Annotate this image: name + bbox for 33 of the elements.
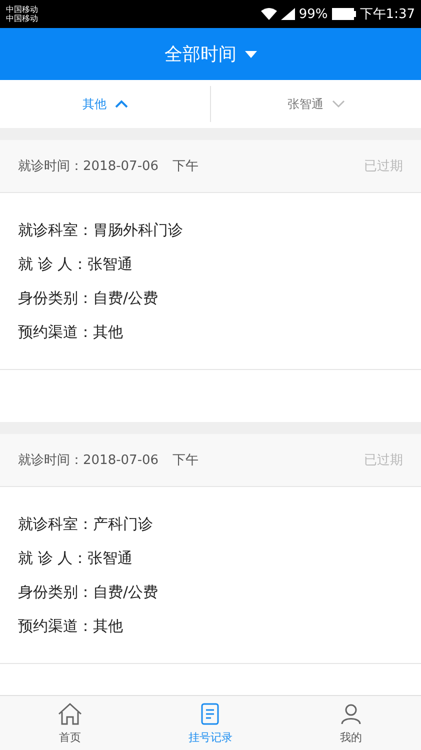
status-label: 已过期 — [364, 158, 403, 175]
filter-dropdown[interactable]: 张智通 — [210, 86, 421, 122]
record-field: 就诊科室：产科门诊 — [18, 513, 403, 535]
status-label: 已过期 — [364, 452, 403, 469]
record-field: 身份类别：自费/公费 — [18, 581, 403, 603]
record-field: 就 诊 人：张智通 — [18, 547, 403, 569]
visit-period: 下午 — [172, 452, 199, 469]
record-field: 身份类别：自费/公费 — [18, 287, 403, 309]
visit-time: 就诊时间：2018-07-06 — [18, 158, 159, 175]
person-icon — [338, 702, 363, 726]
tab-bar-item[interactable]: 挂号记录 — [140, 696, 281, 750]
record-field: 预约渠道：其他 — [18, 321, 403, 343]
visit-time: 就诊时间：2018-07-06 — [18, 452, 159, 469]
battery-icon — [332, 8, 356, 20]
wifi-icon — [260, 8, 277, 20]
header-title[interactable]: 全部时间 — [164, 42, 236, 66]
dropdown-caret-icon[interactable] — [244, 50, 256, 58]
tab-bar-item[interactable]: 首页 — [0, 696, 140, 750]
chevron-icon — [332, 100, 344, 108]
carrier-name: 中国移动 — [6, 14, 38, 23]
clock-time: 下午1:37 — [360, 6, 415, 23]
signal-icon — [280, 8, 295, 20]
record-field: 预约渠道：其他 — [18, 615, 403, 637]
filter-dropdown[interactable]: 其他 — [0, 86, 210, 122]
home-icon — [57, 702, 84, 726]
record-field: 就诊科室：胃肠外科门诊 — [18, 219, 403, 241]
record-field: 就 诊 人：张智通 — [18, 253, 403, 275]
carrier-name: 中国移动 — [6, 5, 38, 14]
visit-period: 下午 — [172, 158, 199, 175]
battery-percent: 99% — [298, 6, 328, 22]
document-icon — [199, 702, 222, 726]
chevron-icon — [114, 100, 128, 108]
tab-bar-item[interactable]: 我的 — [280, 696, 421, 750]
